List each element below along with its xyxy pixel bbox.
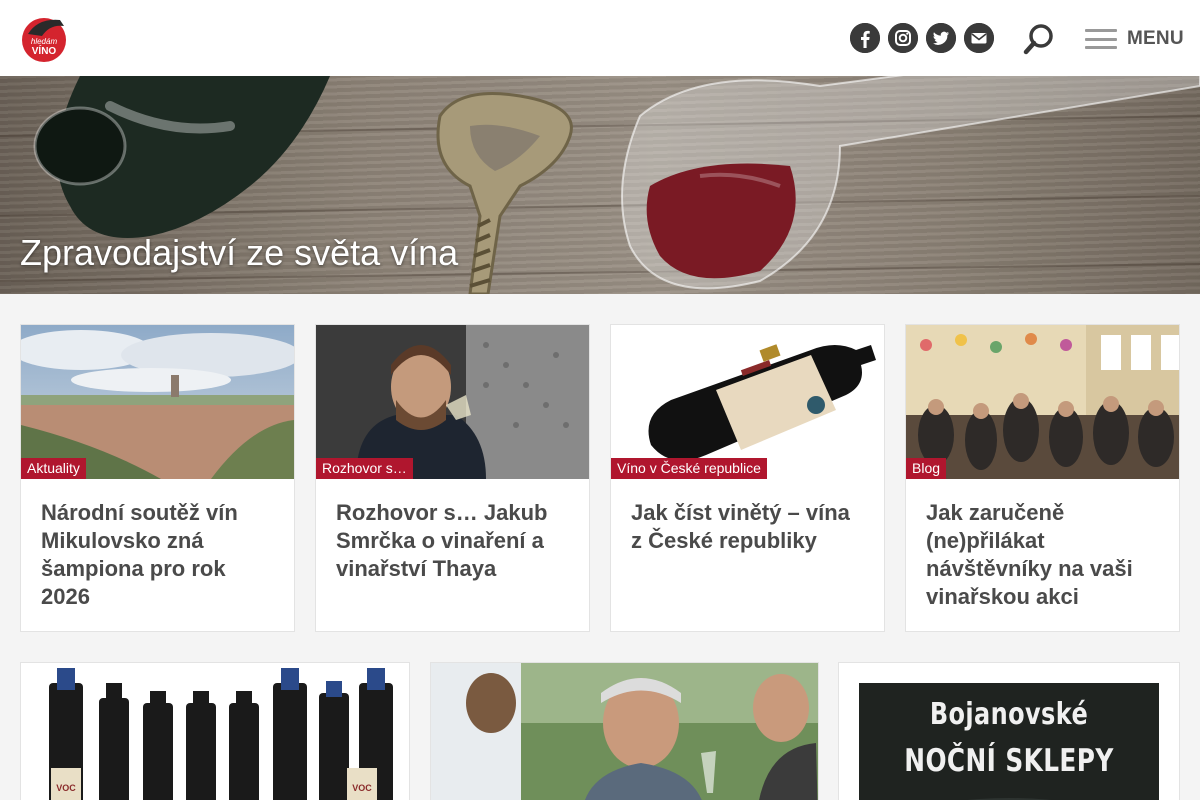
- article-title[interactable]: Jak zaručeně (ne)přilákat návštěvníky na…: [926, 499, 1161, 611]
- facebook-icon[interactable]: [850, 23, 880, 53]
- search-icon[interactable]: [1022, 22, 1056, 56]
- article-image: Aktuality: [21, 325, 294, 479]
- article-image: Víno v České republice: [611, 325, 884, 479]
- twitter-icon[interactable]: [926, 23, 956, 53]
- article-image: [431, 663, 818, 800]
- category-tag[interactable]: Aktuality: [21, 458, 86, 479]
- social-links: [850, 23, 994, 53]
- article-card-large[interactable]: VOC VOC: [20, 662, 410, 800]
- article-card[interactable]: Rozhovor s… Rozhovor s… Jakub Smrčka o v…: [315, 324, 590, 632]
- logo-text-bottom: VÍNO: [32, 44, 57, 57]
- mail-icon[interactable]: [964, 23, 994, 53]
- hamburger-icon: [1085, 29, 1117, 49]
- ad-banner[interactable]: Bojanovské NOČNÍ SKLEPY: [838, 662, 1180, 800]
- article-title[interactable]: Rozhovor s… Jakub Smrčka o vinaření a vi…: [336, 499, 571, 583]
- site-header: hledám VÍNO MENU: [0, 0, 1200, 76]
- category-tag[interactable]: Víno v České republice: [611, 458, 767, 479]
- article-image: Blog: [906, 325, 1179, 479]
- instagram-icon[interactable]: [888, 23, 918, 53]
- category-tag[interactable]: Rozhovor s…: [316, 458, 413, 479]
- article-card[interactable]: Blog Jak zaručeně (ne)přilákat návštěvní…: [905, 324, 1180, 632]
- logo-text-top: hledám: [31, 37, 58, 46]
- bottle-label: VOC: [352, 783, 372, 793]
- menu-label: MENU: [1127, 28, 1184, 49]
- bottle-label: VOC: [56, 783, 76, 793]
- article-title[interactable]: Národní soutěž vín Mikulovsko zná šampio…: [41, 499, 276, 611]
- hero-title: Zpravodajství ze světa vína: [20, 232, 459, 273]
- article-card[interactable]: Aktuality Národní soutěž vín Mikulovsko …: [20, 324, 295, 632]
- article-card-large[interactable]: [430, 662, 819, 800]
- banner-line-1: Bojanovské: [929, 697, 1089, 732]
- category-tag[interactable]: Blog: [906, 458, 947, 479]
- hero-banner: Zpravodajství ze světa vína: [0, 76, 1200, 294]
- article-image: VOC VOC: [21, 663, 409, 800]
- banner-line-2: NOČNÍ SKLEPY: [904, 743, 1114, 779]
- menu-button[interactable]: MENU: [1085, 26, 1184, 52]
- article-image: Rozhovor s…: [316, 325, 589, 479]
- article-grid: Aktuality Národní soutěž vín Mikulovsko …: [20, 324, 1180, 632]
- site-logo[interactable]: hledám VÍNO: [20, 14, 68, 62]
- article-title[interactable]: Jak číst vinětý – vína z České republiky: [631, 499, 866, 555]
- banner-image: Bojanovské NOČNÍ SKLEPY: [859, 683, 1159, 800]
- article-card[interactable]: Víno v České republice Jak číst vinětý –…: [610, 324, 885, 632]
